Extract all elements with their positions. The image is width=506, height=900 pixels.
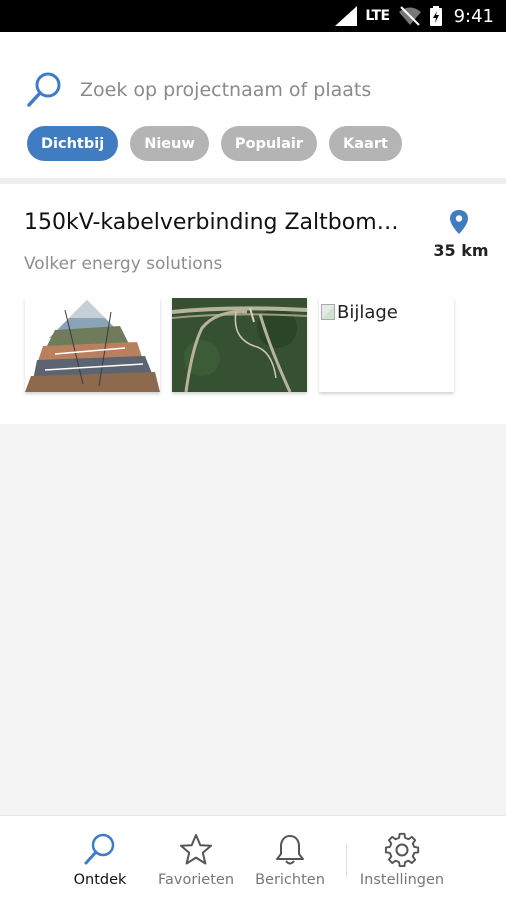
- project-title: 150kV-kabelverbinding Zaltbommel: [24, 210, 412, 235]
- attachment-thumbnails: Bijlage: [25, 298, 454, 392]
- attachment-aerial-map-image[interactable]: [172, 298, 307, 392]
- nav-divider: [346, 844, 347, 878]
- gear-icon: [384, 832, 420, 868]
- wifi-off-icon: [398, 6, 421, 26]
- filter-chip-kaart[interactable]: Kaart: [329, 126, 402, 161]
- bell-icon: [276, 835, 304, 865]
- bottom-navigation: Ontdek Favorieten Berichten Instellingen: [0, 815, 506, 900]
- nav-favorieten[interactable]: Favorieten: [150, 816, 242, 900]
- project-organization: Volker energy solutions: [24, 254, 223, 274]
- location-pin-icon: [450, 210, 468, 234]
- attachment-collage-image[interactable]: [25, 298, 160, 392]
- broken-image-icon: [321, 304, 335, 320]
- project-distance: 35 km: [433, 241, 489, 260]
- search-bar: [24, 70, 484, 110]
- nav-berichten-label: Berichten: [255, 872, 325, 888]
- nav-ontdek-label: Ontdek: [73, 872, 127, 888]
- search-input[interactable]: [80, 79, 460, 101]
- nav-ontdek[interactable]: Ontdek: [66, 816, 134, 900]
- network-type: LTE: [365, 8, 390, 24]
- signal-icon: [335, 6, 358, 26]
- filter-chip-populair[interactable]: Populair: [220, 126, 318, 161]
- clock: 9:41: [453, 5, 494, 27]
- search-icon: [84, 833, 115, 865]
- attachment-broken-image[interactable]: Bijlage: [319, 298, 454, 392]
- search-icon[interactable]: [24, 70, 64, 110]
- filter-chips: Dichtbij Nieuw Populair Kaart: [27, 126, 402, 161]
- battery-icon: [429, 6, 442, 26]
- nav-berichten[interactable]: Berichten: [248, 816, 332, 900]
- project-card[interactable]: 150kV-kabelverbinding Zaltbommel Volker …: [0, 184, 506, 424]
- filter-chip-dichtbij[interactable]: Dichtbij: [27, 126, 119, 161]
- search-header: Dichtbij Nieuw Populair Kaart: [0, 32, 506, 178]
- nav-instellingen[interactable]: Instellingen: [354, 816, 450, 900]
- nav-instellingen-label: Instellingen: [359, 872, 445, 888]
- status-bar: LTE 9:41: [0, 0, 506, 32]
- filter-chip-nieuw[interactable]: Nieuw: [130, 126, 209, 161]
- attachment-alt-text: Bijlage: [337, 302, 398, 323]
- nav-favorieten-label: Favorieten: [157, 872, 235, 888]
- star-icon: [180, 834, 212, 865]
